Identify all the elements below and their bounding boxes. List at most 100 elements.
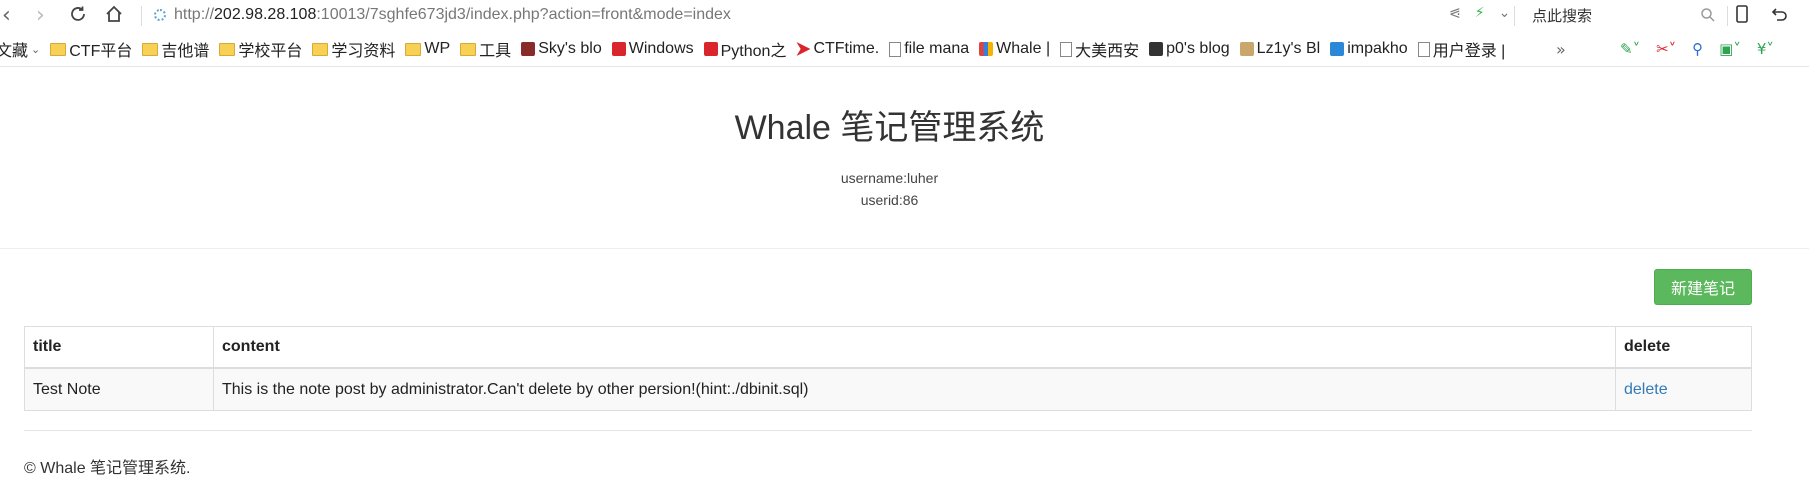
home-icon [106, 5, 122, 22]
bookmark-item[interactable]: CTFtime. [796, 40, 879, 58]
notes-table: title content delete Test Note This is t… [24, 326, 1752, 411]
folder-icon [142, 42, 159, 56]
site-info-icon[interactable] [154, 9, 166, 21]
bookmark-label: Lz1y's Bl [1256, 40, 1321, 57]
delete-link[interactable]: delete [1624, 381, 1668, 398]
note-content-cell: This is the note post by administrator.C… [213, 367, 1616, 411]
folder-icon [405, 42, 422, 56]
folder-icon [460, 42, 477, 56]
url-field[interactable]: http://202.98.28.108:10013/7sghfe673jd3/… [174, 6, 731, 24]
bookmark-label: Windows [628, 40, 694, 57]
url-prefix: http:// [174, 6, 215, 23]
bookmark-item[interactable]: Windows [611, 40, 694, 58]
bookmark-label: 大美西安 [1075, 43, 1140, 60]
undo-icon[interactable] [1769, 4, 1789, 24]
userid-text: userid:86 [860, 192, 919, 208]
search-divider [1514, 6, 1515, 26]
bookmark-item[interactable]: Sky's blo [521, 40, 602, 58]
table-header-row: title content delete [24, 326, 1752, 369]
scissors-icon[interactable]: ✂˅ [1656, 40, 1676, 58]
bookmark-item[interactable]: Whale | [979, 40, 1050, 58]
site-favicon-icon [1239, 42, 1254, 56]
page-icon [889, 41, 902, 57]
address-bar: ‹ › http://202.98.28.108:10013/7sghfe673… [0, 0, 1809, 32]
bookmark-item[interactable]: Lz1y's Bl [1239, 40, 1321, 58]
tools-divider [1727, 6, 1728, 26]
bookmark-label: CTF平台 [69, 43, 133, 60]
bookmark-item[interactable]: file mana [889, 40, 969, 58]
search-input[interactable]: 点此搜索 [1532, 3, 1716, 27]
username-text: username:luher [840, 170, 939, 186]
footer-divider [24, 430, 1752, 431]
chevron-down-icon: ⌄ [31, 43, 41, 56]
search-icon[interactable] [1700, 7, 1716, 23]
bookmark-folder[interactable]: 吉他谱 [142, 37, 209, 61]
bookmark-label: WP [424, 40, 451, 57]
page-icon [1417, 41, 1430, 57]
user-info: username:luher userid:86 [0, 167, 1779, 211]
bookmark-label: 用户登录 | [1432, 43, 1506, 60]
bookmark-label: Python之 [720, 43, 787, 60]
phone-icon[interactable] [1735, 4, 1749, 24]
bookmark-folder[interactable]: 工具 [460, 37, 511, 61]
bookmarks-bar: 文藏 ⌄ CTF平台 吉他谱 学校平台 学习资料 WP 工具 Sky's blo… [0, 32, 1809, 67]
browser-tools [1735, 4, 1789, 24]
site-favicon-icon [979, 42, 994, 56]
bookmark-item[interactable]: p0's blog [1149, 40, 1230, 58]
back-button[interactable]: ‹ [2, 3, 11, 28]
folder-icon [50, 42, 67, 56]
bookmark-label: p0's blog [1166, 40, 1230, 57]
share-icon[interactable]: ⪗ [1449, 5, 1461, 21]
chevron-down-icon[interactable]: ⌄ [1499, 5, 1511, 21]
site-favicon-icon [796, 42, 811, 56]
url-host: 202.98.28.108 [214, 6, 317, 23]
bookmark-folder[interactable]: CTF平台 [50, 37, 132, 61]
address-tools: ⪗ ⚡ ⌄ [1449, 5, 1510, 21]
note-title-cell: Test Note [24, 367, 214, 411]
bookmark-label: 学习资料 [331, 43, 396, 60]
page-icon [1060, 41, 1073, 57]
refresh-button[interactable] [68, 4, 88, 24]
folder-icon [219, 42, 236, 56]
bookmark-label: impakho [1347, 40, 1408, 57]
bookmark-folder[interactable]: 学习资料 [312, 37, 395, 61]
bookmark-item[interactable]: 大美西安 [1060, 37, 1139, 61]
bookmark-label: 学校平台 [238, 43, 303, 60]
folder-icon [312, 42, 329, 56]
url-rest: :10013/7sghfe673jd3/index.php?action=fro… [316, 6, 731, 23]
site-favicon-icon [611, 42, 626, 56]
site-favicon-icon [1330, 42, 1345, 56]
search-tool-icon[interactable]: ⚲ [1692, 40, 1703, 58]
column-header-title: title [24, 326, 214, 369]
bookmark-label: file mana [904, 40, 970, 57]
bookmark-label: 工具 [479, 43, 512, 60]
bookmark-item[interactable]: 用户登录 | [1417, 37, 1506, 61]
column-header-content: content [213, 326, 1616, 369]
bookmarks-more-button[interactable]: » [1556, 40, 1566, 59]
translate-icon[interactable]: ✎˅ [1620, 40, 1640, 58]
bookmark-label: 文藏 [0, 43, 29, 60]
new-note-button[interactable]: 新建笔记 [1654, 269, 1752, 305]
search-placeholder: 点此搜索 [1532, 7, 1593, 25]
gamepad-icon[interactable]: ▣˅ [1719, 40, 1741, 58]
column-header-delete: delete [1615, 326, 1752, 369]
footer-text: © Whale 笔记管理系统. [24, 460, 191, 477]
currency-icon[interactable]: ¥˅ [1757, 40, 1774, 58]
bookmark-folder[interactable]: WP [405, 40, 450, 58]
header-divider [0, 248, 1809, 249]
bookmark-label: Sky's blo [538, 40, 602, 57]
home-button[interactable] [104, 4, 124, 24]
bookmark-label: Whale | [996, 40, 1051, 57]
bookmark-folder[interactable]: 学校平台 [219, 37, 302, 61]
site-favicon-icon [521, 42, 536, 56]
bookmark-label: CTFtime. [813, 40, 880, 57]
site-favicon-icon [703, 42, 718, 56]
bookmark-item[interactable]: Python之 [703, 37, 787, 61]
lightning-icon[interactable]: ⚡ [1475, 5, 1485, 21]
table-row: Test Note This is the note post by admin… [24, 367, 1752, 411]
bookmark-item[interactable]: 文藏 ⌄ [0, 37, 40, 61]
forward-button[interactable]: › [36, 3, 45, 28]
bookmark-item[interactable]: impakho [1330, 40, 1408, 58]
refresh-icon [71, 6, 85, 21]
site-favicon-icon [1149, 42, 1164, 56]
